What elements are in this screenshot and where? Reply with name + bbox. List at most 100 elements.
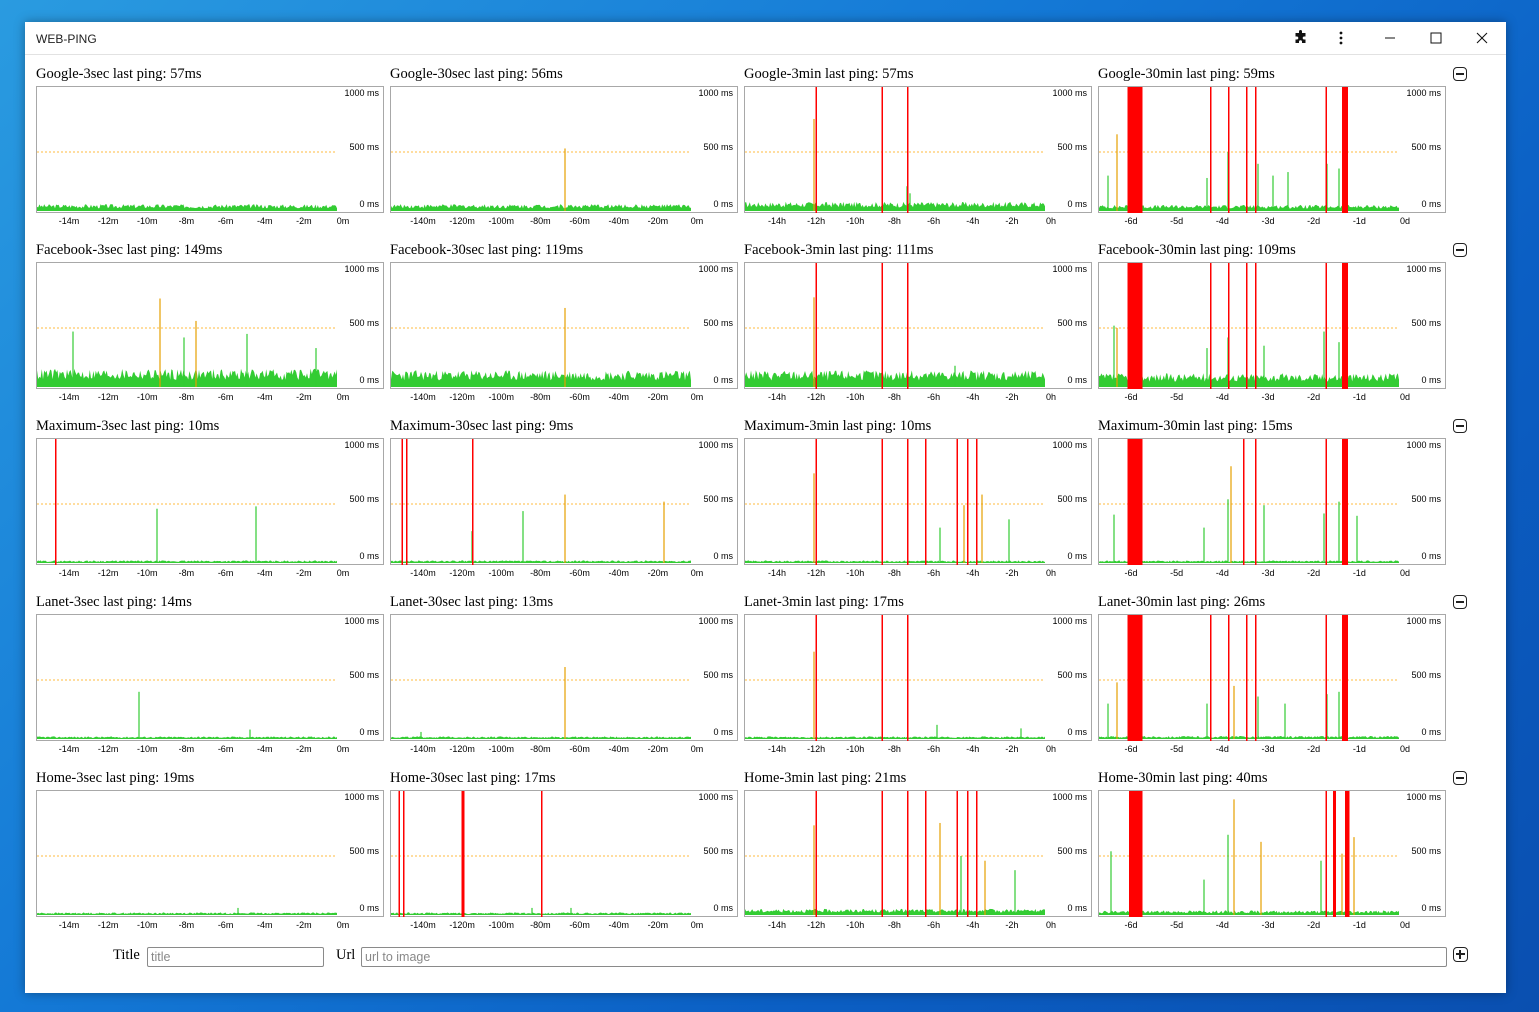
- x-axis-label: -4d: [1216, 920, 1229, 930]
- x-axis-label: -10h: [846, 920, 864, 930]
- x-axis-label: -8h: [888, 920, 901, 930]
- x-axis-label: -20m: [648, 216, 669, 226]
- title-input[interactable]: [147, 947, 324, 967]
- remove-row-button-maximum[interactable]: [1453, 419, 1467, 433]
- x-axis-label: 0d: [1400, 920, 1410, 930]
- x-axis-label: -10h: [846, 392, 864, 402]
- ping-fail-bar: [1325, 439, 1327, 565]
- chart-svg: 1000 ms 500 ms 0 ms -6d -5d -4d -3d -2d -1d 0d: [1099, 439, 1441, 578]
- ping-fail-bar: [403, 791, 405, 917]
- x-axis-label: -2d: [1307, 920, 1320, 930]
- x-axis-label: -60m: [569, 568, 590, 578]
- maximize-icon[interactable]: [1413, 22, 1459, 54]
- ping-fail-bar: [1210, 87, 1212, 213]
- x-axis-label: -4h: [966, 744, 979, 754]
- remove-row-button-google[interactable]: [1453, 67, 1467, 81]
- y-axis-label: 500 ms: [1411, 494, 1441, 504]
- y-axis-label: 0 ms: [359, 375, 379, 385]
- x-axis-label: -14h: [768, 392, 786, 402]
- chart-title-lanet-30sec: Lanet-30sec last ping: 13ms: [390, 594, 554, 610]
- url-input[interactable]: [361, 947, 1447, 967]
- title-bar: WEB-PING: [25, 22, 1506, 55]
- x-axis-label: 0m: [691, 920, 704, 930]
- ping-area: [745, 201, 1045, 211]
- remove-row-button-lanet[interactable]: [1453, 595, 1467, 609]
- x-axis-label: 0h: [1046, 920, 1056, 930]
- ping-fail-bar: [1246, 87, 1248, 213]
- y-axis-label: 500 ms: [703, 846, 733, 856]
- x-axis-label: -2h: [1005, 392, 1018, 402]
- chart-plot-lanet-3min: 1000 ms 500 ms 0 ms -14h -12h -10h -8h -6h -4h -2…: [744, 614, 1092, 754]
- x-axis-label: -2m: [296, 744, 312, 754]
- close-icon[interactable]: [1459, 22, 1505, 54]
- chart-svg: 1000 ms 500 ms 0 ms -14h -12h -10h -8h -6h -4h -2…: [745, 791, 1087, 930]
- x-axis-label: -2m: [296, 920, 312, 930]
- x-axis-label: -4h: [966, 568, 979, 578]
- x-axis-label: -1d: [1353, 920, 1366, 930]
- x-axis-label: 0m: [337, 568, 350, 578]
- y-axis-label: 1000 ms: [1052, 792, 1087, 802]
- ping-fail-bar: [1342, 87, 1348, 213]
- chart-title-google-30sec: Google-30sec last ping: 56ms: [390, 66, 563, 82]
- y-axis-label: 0 ms: [1421, 199, 1441, 209]
- ping-fail-bar: [1127, 439, 1143, 565]
- chart-title-home-30min: Home-30min last ping: 40ms: [1098, 770, 1268, 786]
- ping-area: [37, 912, 337, 915]
- x-axis-label: 0h: [1046, 568, 1056, 578]
- ping-fail-bar: [907, 263, 909, 389]
- chart-svg: 1000 ms 500 ms 0 ms -14m -12m -10m -8m -6m -4m -2…: [37, 616, 379, 754]
- ping-fail-bar: [907, 87, 909, 213]
- ping-fail-bar: [1127, 615, 1143, 741]
- y-axis-label: 500 ms: [703, 670, 733, 680]
- x-axis-label: -40m: [608, 216, 629, 226]
- x-axis-label: -100m: [489, 568, 515, 578]
- x-axis-label: -20m: [648, 568, 669, 578]
- x-axis-label: 0h: [1046, 392, 1056, 402]
- x-axis-label: -10m: [137, 568, 158, 578]
- ping-fail-bar: [815, 791, 817, 917]
- y-axis-label: 1000 ms: [1052, 264, 1087, 274]
- url-label: Url: [336, 947, 356, 963]
- ping-fail-bar: [881, 615, 883, 741]
- ping-fail-bar: [55, 439, 57, 565]
- add-chart-button[interactable]: [1453, 947, 1468, 962]
- ping-area: [1099, 373, 1399, 387]
- x-axis-label: -5d: [1170, 216, 1183, 226]
- x-axis-label: -1d: [1353, 392, 1366, 402]
- y-axis-label: 500 ms: [1057, 846, 1087, 856]
- minimize-icon[interactable]: [1367, 22, 1413, 54]
- y-axis-label: 1000 ms: [698, 88, 733, 98]
- y-axis-label: 0 ms: [1421, 903, 1441, 913]
- x-axis-label: -6h: [927, 392, 940, 402]
- x-axis-label: -6m: [218, 920, 234, 930]
- x-axis-label: -8m: [179, 568, 195, 578]
- x-axis-label: -6h: [927, 568, 940, 578]
- ping-area: [37, 560, 337, 563]
- y-axis-label: 0 ms: [1067, 551, 1087, 561]
- kebab-menu-icon[interactable]: [1318, 22, 1364, 54]
- x-axis-label: -3d: [1261, 920, 1274, 930]
- chart-title-maximum-30sec: Maximum-30sec last ping: 9ms: [390, 418, 574, 434]
- chart-plot-lanet-3sec: 1000 ms 500 ms 0 ms -14m -12m -10m -8m -6m -4m -2…: [36, 614, 384, 754]
- y-axis-label: 1000 ms: [344, 88, 379, 98]
- remove-row-button-facebook[interactable]: [1453, 243, 1467, 257]
- x-axis-label: -4d: [1216, 392, 1229, 402]
- chart-title-maximum-3sec: Maximum-3sec last ping: 10ms: [36, 418, 220, 434]
- remove-row-button-home[interactable]: [1453, 771, 1467, 785]
- chart-svg: 1000 ms 500 ms 0 ms -6d -5d -4d -3d -2d -1d 0d: [1099, 791, 1441, 930]
- x-axis-label: -4m: [257, 216, 273, 226]
- x-axis-label: 0m: [691, 216, 704, 226]
- x-axis-label: -4d: [1216, 568, 1229, 578]
- x-axis-label: -2d: [1307, 568, 1320, 578]
- x-axis-label: 0m: [691, 744, 704, 754]
- ping-area: [391, 736, 691, 739]
- ping-fail-bar: [1243, 439, 1245, 565]
- x-axis-label: -6d: [1124, 920, 1137, 930]
- chart-plot-home-30min: 1000 ms 500 ms 0 ms -6d -5d -4d -3d -2d -1d 0d: [1098, 790, 1446, 930]
- x-axis-label: -14h: [768, 744, 786, 754]
- x-axis-label: -20m: [648, 920, 669, 930]
- y-axis-label: 1000 ms: [1406, 616, 1441, 626]
- y-axis-label: 500 ms: [1411, 318, 1441, 328]
- ping-fail-bar: [1325, 615, 1327, 741]
- y-axis-label: 0 ms: [1067, 375, 1087, 385]
